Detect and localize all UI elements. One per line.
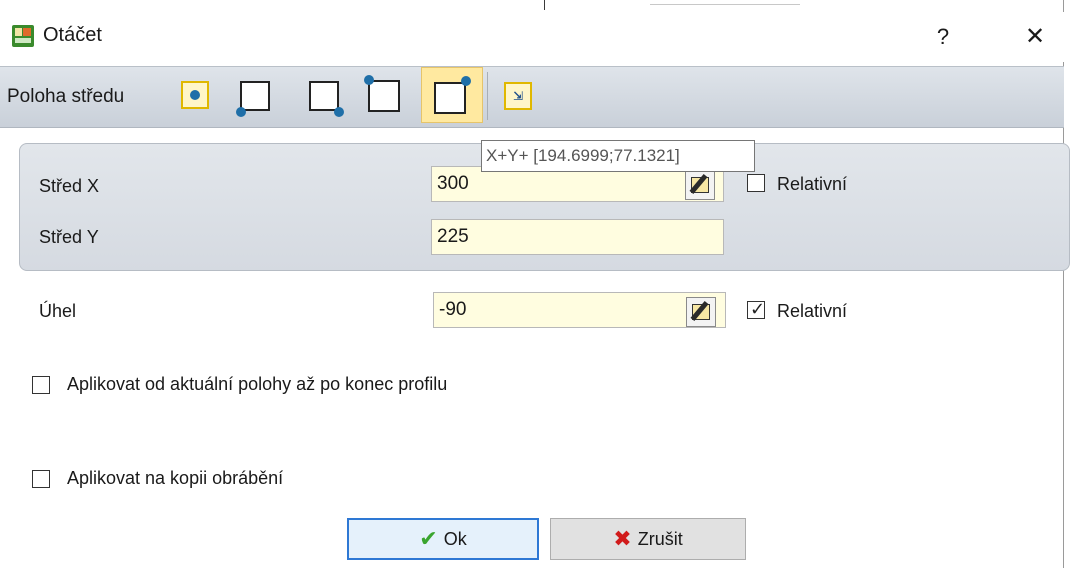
edit-icon: [687, 298, 715, 326]
background-divider: [544, 0, 545, 10]
center-point-button[interactable]: [181, 81, 209, 109]
center-x-edit-button[interactable]: [685, 170, 715, 200]
apply-to-copy-checkbox[interactable]: [32, 470, 50, 488]
top-right-point-button[interactable]: [421, 67, 483, 123]
center-y-label: Střed Y: [39, 227, 99, 247]
help-button[interactable]: ?: [920, 12, 966, 62]
center-relative-label: Relativní: [777, 174, 848, 194]
center-relative-checkbox[interactable]: [747, 174, 765, 192]
pick-point-button[interactable]: ⇲: [504, 82, 532, 110]
center-y-input[interactable]: 225: [431, 219, 724, 255]
apply-to-end-label: Aplikovat od aktuální polohy až po konec…: [67, 374, 448, 394]
ok-label: Ok: [443, 528, 467, 549]
title-bar[interactable]: [0, 12, 1064, 62]
cancel-label: Zrušit: [637, 528, 683, 549]
pick-point-icon: ⇲: [512, 89, 524, 103]
toolbar-separator: [487, 72, 488, 120]
app-icon: [12, 25, 34, 47]
apply-to-copy-label: Aplikovat na kopii obrábění: [67, 468, 284, 488]
bottom-left-point-icon: [240, 81, 270, 111]
checkmark-icon: ✓: [750, 299, 766, 319]
angle-relative-label: Relativní: [777, 301, 848, 321]
checkmark-icon: ✔: [419, 526, 438, 551]
edit-icon: [686, 171, 714, 199]
tooltip: X+Y+ [194.6999;77.1321]: [481, 140, 755, 172]
top-left-point-icon: [368, 80, 400, 112]
background-line: [650, 4, 800, 5]
cross-icon: ✖: [613, 526, 632, 551]
dialog-title: Otáčet: [43, 24, 102, 46]
angle-input[interactable]: -90: [433, 292, 726, 328]
bottom-right-point-button[interactable]: [306, 79, 346, 119]
center-position-label: Poloha středu: [7, 86, 125, 107]
bottom-right-point-icon: [309, 81, 339, 111]
bottom-left-point-button[interactable]: [236, 79, 272, 119]
angle-label: Úhel: [39, 301, 77, 321]
angle-edit-button[interactable]: [686, 297, 716, 327]
top-left-point-button[interactable]: [364, 70, 404, 116]
toolbar: [0, 66, 1064, 128]
center-x-label: Střed X: [39, 176, 100, 196]
angle-relative-checkbox[interactable]: ✓: [747, 299, 766, 319]
close-button[interactable]: ✕: [1010, 12, 1060, 62]
center-point-icon: [183, 83, 207, 107]
ok-button[interactable]: ✔ Ok: [347, 518, 539, 560]
top-right-point-icon: [434, 82, 466, 114]
cancel-button[interactable]: ✖ Zrušit: [550, 518, 746, 560]
apply-to-end-checkbox[interactable]: [32, 376, 50, 394]
